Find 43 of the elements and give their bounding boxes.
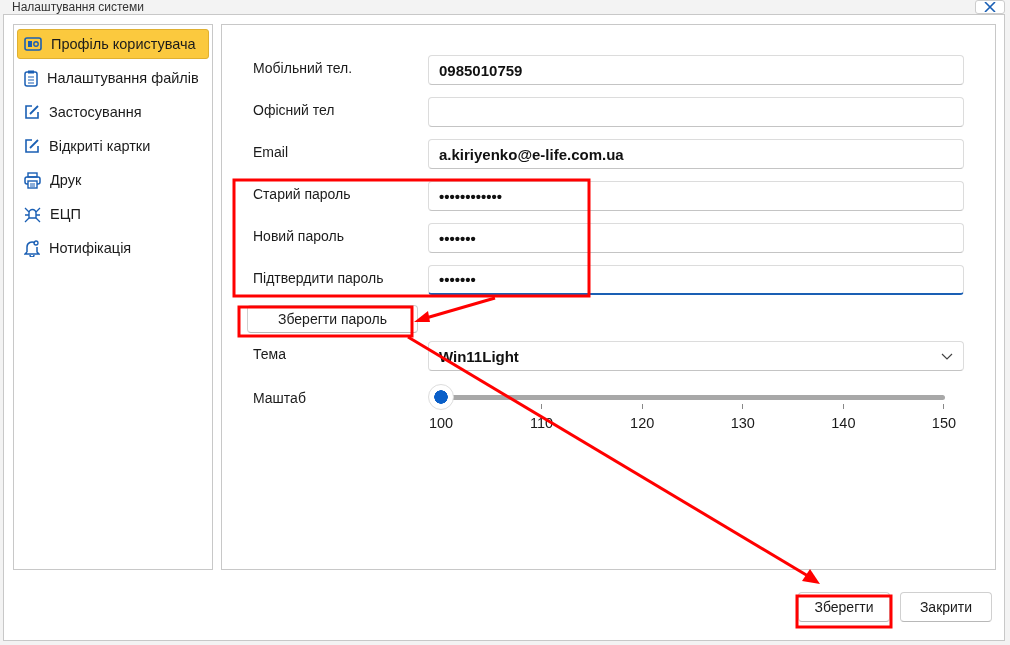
sidebar-item[interactable]: Налаштування файлів [17, 63, 209, 93]
chevron-down-icon [941, 352, 953, 360]
save-button[interactable]: Зберегти [798, 592, 890, 622]
input-field[interactable]: ••••••• [428, 223, 964, 253]
save-password-button[interactable]: Зберегти пароль [247, 305, 418, 333]
slider-thumb[interactable] [428, 384, 454, 410]
id-card-icon [24, 37, 42, 51]
field-label: Email [253, 143, 289, 160]
edit-icon [24, 104, 40, 120]
field-label: Підтвердити пароль [253, 269, 385, 286]
input-field[interactable]: a.kiriyenko@e-life.com.ua [428, 139, 964, 169]
input-field[interactable]: ••••••• [428, 265, 964, 295]
bug-icon [24, 205, 41, 223]
close-dialog-button[interactable]: Закрити [900, 592, 992, 622]
input-field[interactable]: •••••••••••• [428, 181, 964, 211]
tick-label: 140 [831, 415, 856, 431]
slider-track[interactable] [428, 384, 945, 410]
theme-dropdown[interactable]: Win11Light [428, 341, 964, 371]
clipboard-icon [24, 69, 38, 87]
field-label: Старий пароль [253, 185, 352, 202]
field-label: Офісний тел [253, 101, 336, 118]
sidebar-item[interactable]: Застосування [17, 97, 209, 127]
close-button[interactable] [975, 0, 1005, 14]
sidebar-item[interactable]: Профіль користувача [17, 29, 209, 59]
input-field[interactable]: 0985010759 [428, 55, 964, 85]
sidebar-item[interactable]: Відкриті картки [17, 131, 209, 161]
window-title: Налаштування системи [12, 0, 144, 14]
field-label: Тема [253, 345, 287, 362]
tick-label: 150 [931, 415, 957, 431]
edit-icon [24, 138, 40, 154]
close-icon [983, 2, 997, 12]
sidebar-item[interactable]: Нотифікація [17, 233, 209, 263]
sidebar-item[interactable]: ЕЦП [17, 199, 209, 229]
field-label: Мобільний тел. [253, 59, 354, 76]
input-field[interactable] [428, 97, 964, 127]
tick-label: 120 [630, 415, 655, 431]
tick-label: 130 [730, 415, 755, 431]
field-label: Маштаб [253, 389, 307, 406]
tick-label: 100 [428, 415, 454, 431]
printer-icon [24, 171, 41, 189]
bell-icon [24, 239, 40, 257]
field-label: Новий пароль [253, 227, 345, 244]
sidebar-item[interactable]: Друк [17, 165, 209, 195]
